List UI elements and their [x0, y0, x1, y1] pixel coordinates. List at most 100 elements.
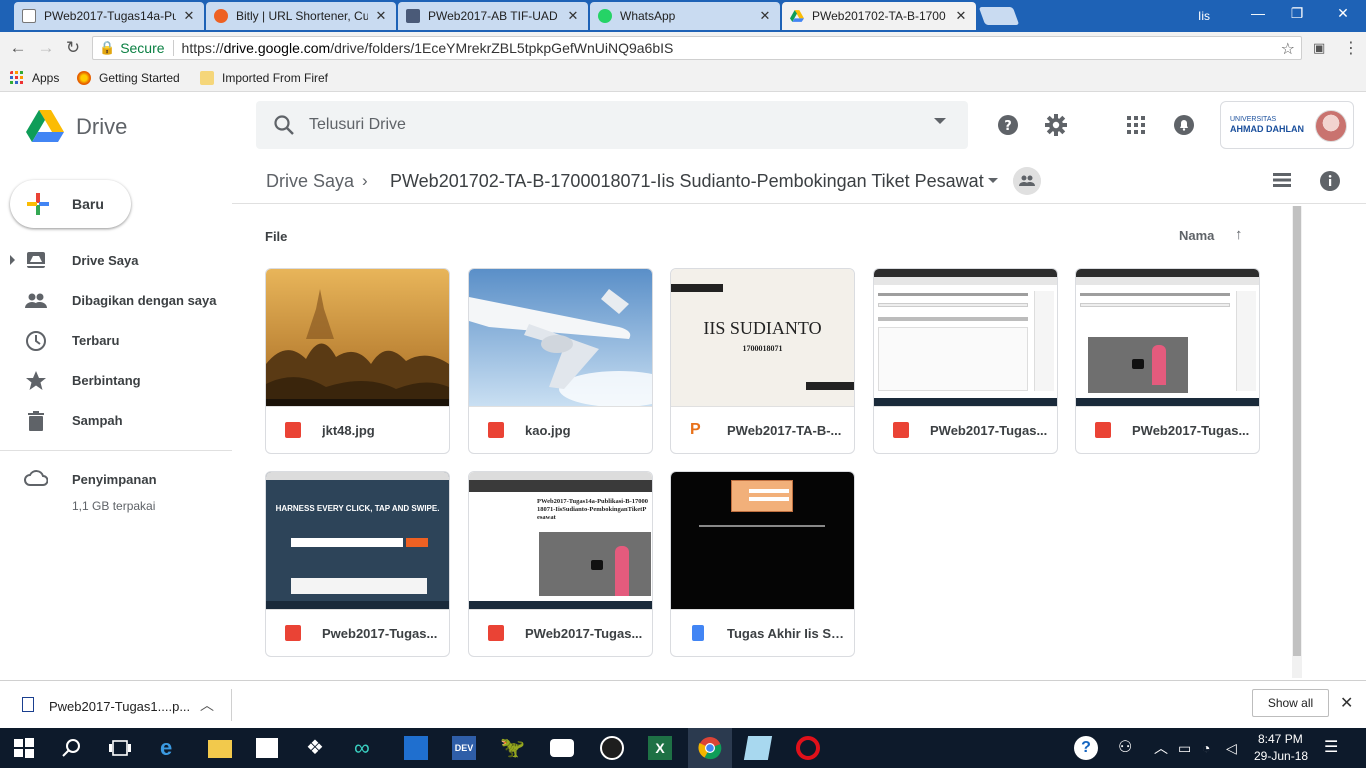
action-center-icon[interactable]: ☰ — [1324, 736, 1348, 760]
forward-icon[interactable]: → — [36, 38, 56, 58]
scrollbar-thumb[interactable] — [1293, 206, 1301, 656]
opera-icon[interactable] — [796, 736, 820, 760]
bookmark-apps[interactable]: Apps — [10, 71, 59, 85]
media-player-icon[interactable] — [600, 736, 624, 760]
search-bar[interactable]: Telusuri Drive — [256, 101, 968, 149]
bookmark-star-icon[interactable]: ☆ — [1281, 39, 1295, 59]
file-card-kao[interactable]: kao.jpg — [468, 268, 653, 454]
browser-tab-5-active[interactable]: PWeb201702-TA-B-1700 ✕ — [782, 2, 976, 30]
show-all-button[interactable]: Show all — [1252, 689, 1329, 717]
search-options-dropdown-icon[interactable] — [934, 118, 946, 124]
address-bar[interactable]: 🔒 Secure https://drive.google.com/drive/… — [92, 36, 1302, 60]
avatar[interactable] — [1315, 110, 1347, 142]
sidebar-item-shared[interactable]: Dibagikan dengan saya — [0, 280, 232, 320]
help-tray-icon[interactable]: ? — [1074, 736, 1098, 760]
file-card-doc[interactable]: Tugas Akhir Iis Su... — [670, 471, 855, 657]
minimize-icon[interactable]: — — [1248, 5, 1268, 21]
camera-icon[interactable] — [550, 739, 574, 757]
notepad-icon[interactable] — [743, 736, 773, 760]
drive-logo-icon[interactable] — [26, 109, 64, 143]
folder-menu-dropdown-icon[interactable] — [988, 178, 998, 183]
browser-tab-2[interactable]: Bitly | URL Shortener, Cus ✕ — [206, 2, 396, 30]
devcpp-icon[interactable]: DEV — [452, 736, 476, 760]
chrome-icon[interactable] — [698, 736, 722, 760]
defender-icon[interactable] — [404, 736, 428, 760]
close-tab-icon[interactable]: ✕ — [182, 8, 196, 24]
people-tray-icon[interactable]: ⚇ — [1118, 736, 1142, 760]
file-card-jkt48[interactable]: jkt48.jpg — [265, 268, 450, 454]
storage-label[interactable]: Penyimpanan — [72, 472, 157, 487]
bookmark-imported[interactable]: Imported From Firef — [200, 71, 328, 85]
battery-icon[interactable]: ▭ — [1178, 736, 1202, 760]
browser-tab-4[interactable]: WhatsApp ✕ — [590, 2, 780, 30]
file-card-bitly-screenshot[interactable]: HARNESS EVERY CLICK, TAP AND SWIPE. Pweb… — [265, 471, 450, 657]
account-switcher[interactable]: UNIVERSITAS AHMAD DAHLAN — [1220, 101, 1354, 149]
chevron-up-icon[interactable]: ︿ — [200, 695, 214, 715]
browser-tab-3[interactable]: PWeb2017-AB TIF-UAD ✕ — [398, 2, 588, 30]
back-icon[interactable]: ← — [8, 38, 28, 58]
new-tab-button[interactable] — [978, 7, 1020, 25]
task-view-icon[interactable] — [108, 736, 132, 760]
close-tab-icon[interactable]: ✕ — [374, 8, 388, 24]
browser-toolbar: ← → ↻ 🔒 Secure https://drive.google.com /… — [0, 32, 1366, 64]
file-card-doc-screenshot[interactable]: PWeb2017-Tugas14a-Publikasi-B-1700018071… — [468, 471, 653, 657]
whatsapp-icon — [598, 9, 612, 23]
search-icon[interactable] — [60, 736, 84, 760]
clock-time[interactable]: 8:47 PM — [1258, 732, 1303, 746]
close-icon[interactable]: ✕ — [1340, 693, 1353, 713]
file-name: kao.jpg — [525, 423, 571, 438]
dinosaur-icon[interactable]: 🦖 — [500, 736, 525, 760]
sidebar-item-trash[interactable]: Sampah — [0, 400, 232, 440]
breadcrumb-root[interactable]: Drive Saya — [266, 171, 354, 192]
help-icon[interactable]: ? — [996, 113, 1020, 137]
close-tab-icon[interactable]: ✕ — [954, 8, 968, 24]
browser-tab-1[interactable]: PWeb2017-Tugas14a-Pul ✕ — [14, 2, 204, 30]
settings-gear-icon[interactable] — [1044, 113, 1068, 137]
new-button[interactable]: Baru — [10, 180, 131, 228]
edge-icon[interactable]: e — [160, 736, 184, 760]
volume-icon[interactable]: ◁ — [1226, 736, 1250, 760]
reload-icon[interactable]: ↻ — [63, 38, 83, 58]
bookmark-getting-started[interactable]: Getting Started — [77, 71, 180, 85]
app-title[interactable]: Drive — [76, 114, 127, 140]
wifi-icon[interactable]: ◔ — [1202, 736, 1226, 760]
excel-icon[interactable]: X — [648, 736, 672, 760]
store-icon[interactable] — [256, 738, 278, 758]
shared-folder-icon[interactable] — [1013, 167, 1041, 195]
arduino-icon[interactable]: ∞ — [354, 736, 378, 760]
restore-icon[interactable]: ❐ — [1287, 5, 1307, 22]
file-card-footer: kao.jpg — [469, 406, 652, 453]
sidebar-item-my-drive[interactable]: Drive Saya — [0, 240, 232, 280]
list-view-icon[interactable] — [1272, 170, 1292, 190]
sort-ascending-arrow-icon[interactable]: ↑ — [1235, 226, 1243, 243]
search-icon[interactable] — [272, 113, 296, 137]
file-explorer-icon[interactable] — [208, 740, 232, 758]
tab-title: WhatsApp — [620, 9, 676, 23]
sort-by-name[interactable]: Nama — [1179, 228, 1214, 243]
expand-caret-icon[interactable] — [10, 255, 15, 265]
sidebar-item-starred[interactable]: Berbintang — [0, 360, 232, 400]
dropbox-icon[interactable]: ❖ — [306, 736, 330, 760]
profile-name[interactable]: Iis — [1198, 9, 1210, 23]
breadcrumb: Drive Saya › PWeb201702-TA-B-1700018071-… — [232, 158, 1366, 204]
notifications-bell-icon[interactable] — [1172, 113, 1196, 137]
info-icon[interactable] — [1319, 170, 1341, 192]
sidebar-item-recent[interactable]: Terbaru — [0, 320, 232, 360]
breadcrumb-current-folder[interactable]: PWeb201702-TA-B-1700018071-Iis Sudianto-… — [390, 171, 984, 192]
clock-date[interactable]: 29-Jun-18 — [1254, 749, 1308, 763]
file-card-presentation[interactable]: IIS SUDIANTO 1700018071 P PWeb2017-TA-B-… — [670, 268, 855, 454]
search-input[interactable]: Telusuri Drive — [309, 116, 406, 134]
file-card-screenshot-1[interactable]: PWeb2017-Tugas... — [873, 268, 1058, 454]
close-window-icon[interactable]: ✕ — [1333, 5, 1353, 22]
file-card-screenshot-2[interactable]: PWeb2017-Tugas... — [1075, 268, 1260, 454]
extension-icon[interactable]: ▣ — [1313, 40, 1325, 56]
download-item-name[interactable]: Pweb2017-Tugas1....p... — [49, 699, 190, 714]
file-thumbnail: PWeb2017-Tugas14a-Publikasi-B-1700018071… — [469, 472, 652, 609]
bookmark-label: Imported From Firef — [222, 71, 329, 85]
chevron-up-icon[interactable]: ︿ — [1154, 736, 1178, 760]
close-tab-icon[interactable]: ✕ — [758, 8, 772, 24]
apps-launcher-icon[interactable] — [1124, 113, 1148, 137]
menu-icon[interactable]: ⋮ — [1343, 38, 1359, 58]
close-tab-icon[interactable]: ✕ — [566, 8, 580, 24]
windows-start-icon[interactable] — [12, 736, 36, 760]
